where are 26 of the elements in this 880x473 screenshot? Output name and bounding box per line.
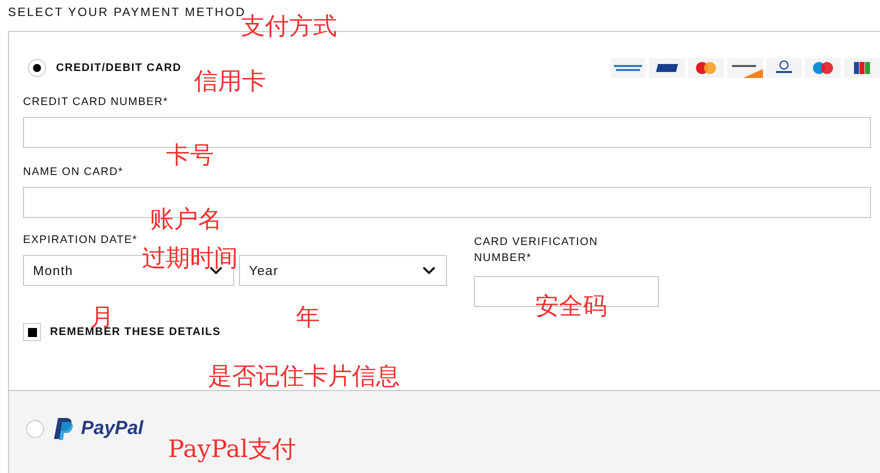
annotation-text: PayPal支付 — [168, 437, 296, 461]
annotation-text: 卡号 — [166, 143, 214, 167]
card-logo-icon — [610, 58, 646, 78]
annotation-text: 信用卡 — [194, 69, 266, 93]
card-logo-icon — [766, 58, 802, 78]
field-label: NAME ON CARD* — [23, 166, 124, 178]
chevron-down-icon — [422, 266, 436, 275]
annotation-text: 是否记住卡片信息 — [208, 364, 400, 388]
field-label: EXPIRATION DATE* — [23, 234, 138, 246]
paypal-label: PayPal — [81, 418, 144, 440]
field-label: CARD VERIFICATION NUMBER* — [474, 235, 600, 266]
paypal-icon — [54, 418, 74, 440]
annotation-text: 安全码 — [535, 294, 607, 318]
checkbox-label: REMEMBER THESE DETAILS — [50, 326, 221, 338]
card-logo-icon — [649, 58, 685, 78]
annotation-text: 账户名 — [150, 207, 222, 231]
dropdown[interactable]: Year — [239, 255, 447, 286]
radio-button[interactable] — [26, 420, 44, 438]
annotation-text: 年 — [296, 305, 320, 329]
checkbox[interactable] — [23, 323, 41, 341]
card-logo-icon — [805, 58, 841, 78]
card-logo-icon — [727, 58, 763, 78]
radio-button[interactable] — [28, 59, 46, 77]
field-label: CREDIT CARD NUMBER* — [23, 96, 170, 108]
card-logo-icon — [688, 58, 724, 78]
method-label: CREDIT/DEBIT CARD — [56, 62, 182, 74]
